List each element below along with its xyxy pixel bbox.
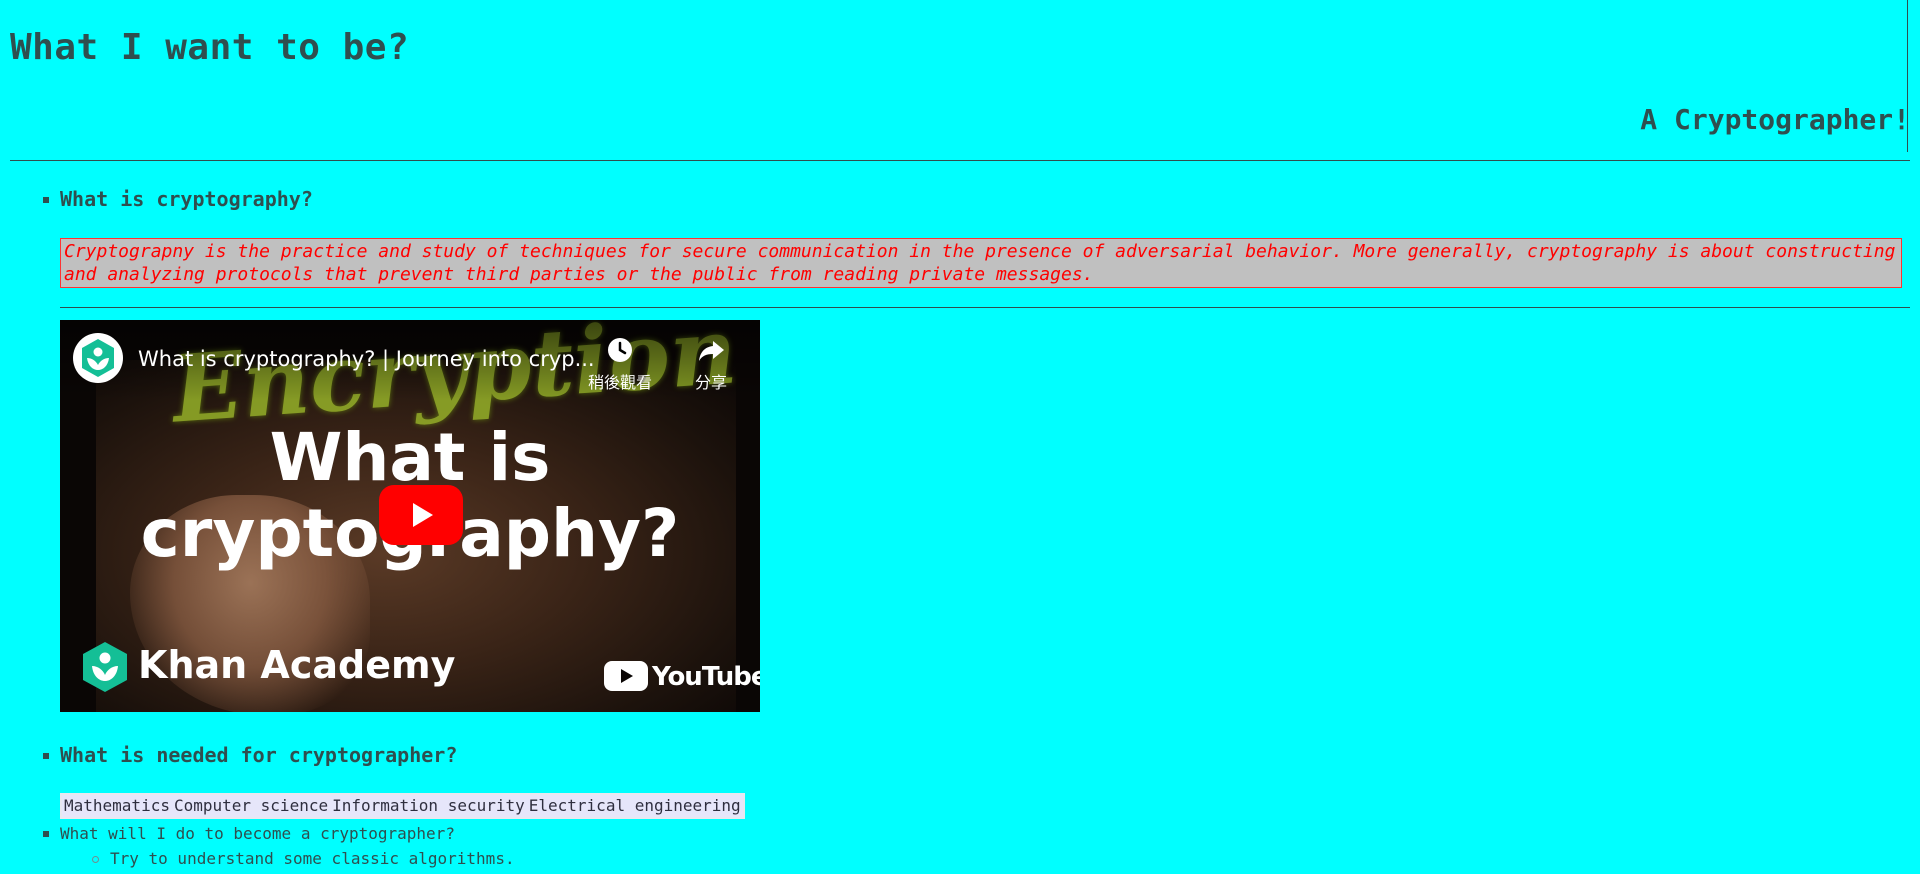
- list-bullet: [43, 753, 49, 759]
- page-title: What I want to be?: [10, 27, 410, 68]
- play-button[interactable]: [379, 485, 463, 545]
- skill-electrical-engineering: Electrical engineering: [526, 795, 743, 817]
- watch-later-label: 稍後觀看: [587, 373, 652, 392]
- skill-information-security: Information security: [330, 795, 527, 817]
- section-heading-what-is: What is cryptography?: [60, 187, 313, 211]
- play-icon: [413, 503, 433, 527]
- skills-list: Mathematics Computer science Information…: [60, 793, 745, 819]
- channel-name: Khan Academy: [138, 643, 456, 687]
- list-bullet: [43, 831, 49, 837]
- khan-academy-logo-icon: [82, 339, 114, 377]
- channel-brand: Khan Academy: [80, 640, 455, 698]
- youtube-video-embed[interactable]: Encryption What is cryptography? | Journ…: [60, 320, 760, 712]
- video-title[interactable]: What is cryptography? | Journey into cry…: [138, 346, 595, 372]
- share-button[interactable]: 分享: [671, 335, 751, 393]
- watch-later-button[interactable]: 稍後觀看: [580, 335, 660, 393]
- skill-mathematics: Mathematics: [62, 795, 172, 817]
- page-subtitle: A Cryptographer!: [1640, 103, 1910, 136]
- divider: [10, 160, 1910, 161]
- share-label: 分享: [694, 373, 727, 392]
- section-heading-todo: What will I do to become a cryptographer…: [60, 824, 455, 843]
- share-arrow-icon: [699, 341, 724, 361]
- khan-academy-logo-icon: [83, 642, 127, 692]
- definition-text: Cryptograpny is the practice and study o…: [60, 238, 1902, 288]
- list-bullet: [43, 197, 49, 203]
- section-heading-needed: What is needed for cryptographer?: [60, 743, 458, 767]
- youtube-logo[interactable]: YouTube: [604, 659, 760, 695]
- scrollbar-edge: [1907, 0, 1908, 152]
- divider: [60, 307, 1910, 308]
- skill-computer-science: Computer science: [171, 795, 331, 817]
- list-item: Try to understand some classic algorithm…: [110, 849, 515, 868]
- channel-avatar[interactable]: [73, 333, 123, 383]
- youtube-logo-icon: [604, 661, 648, 691]
- sub-list-bullet: [92, 856, 99, 863]
- clock-icon: [608, 338, 632, 362]
- youtube-wordmark: YouTube: [652, 662, 760, 692]
